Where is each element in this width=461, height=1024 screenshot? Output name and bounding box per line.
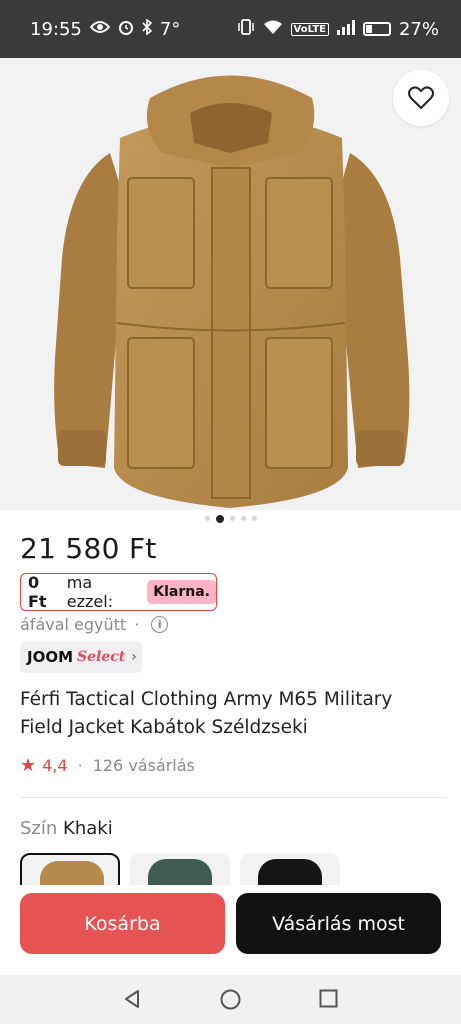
info-icon[interactable]: i [151, 616, 169, 633]
back-icon[interactable] [122, 989, 142, 1013]
swatch-thumbnail [148, 859, 212, 885]
divider [20, 797, 446, 798]
add-to-cart-button[interactable]: Kosárba [20, 893, 225, 954]
color-swatch-green[interactable] [130, 853, 230, 885]
buy-now-button[interactable]: Vásárlás most [236, 893, 441, 954]
gallery-dot[interactable] [229, 516, 235, 521]
color-swatch-khaki[interactable] [20, 853, 120, 885]
klarna-amount: 0 Ft [28, 573, 47, 611]
vibrate-icon [237, 19, 255, 39]
product-price: 21 580 Ft [20, 532, 157, 565]
heart-outline-icon [408, 86, 434, 109]
battery-percent: 27% [398, 18, 439, 40]
gallery-pagination [0, 515, 461, 523]
volte-badge: VoLTE [290, 22, 329, 36]
purchase-count: 126 vásárlás [92, 756, 195, 775]
gallery-dot[interactable] [215, 515, 224, 523]
alarm-icon [118, 19, 134, 39]
system-navigation-bar [0, 975, 461, 1024]
rating-separator: · [77, 756, 83, 775]
klarna-text: ma ezzel: [66, 573, 114, 611]
rating-row[interactable]: ★ 4,4 · 126 vásárlás [20, 755, 195, 776]
temperature: 7° [159, 18, 181, 40]
vat-note: áfával együtt [20, 615, 127, 634]
product-title: Férfi Tactical Clothing Army M65 Militar… [20, 689, 393, 738]
eye-icon [89, 20, 111, 38]
gallery-dot[interactable] [251, 516, 257, 521]
recents-icon[interactable] [319, 989, 338, 1012]
favorite-button[interactable] [393, 70, 449, 126]
klarna-logo: Klarna. [147, 580, 216, 604]
color-swatches [20, 853, 440, 885]
gallery-dot[interactable] [240, 516, 246, 521]
status-bar: 19:55 7° VoLTE 27% [0, 0, 461, 58]
rating-value: 4,4 [42, 756, 68, 775]
joom-select-badge[interactable]: JOOM Select › [20, 641, 142, 673]
product-image-gallery[interactable] [0, 58, 461, 510]
product-image [54, 75, 410, 508]
vat-note-row: áfával együtt · i [20, 615, 169, 634]
action-bar: Kosárba Vásárlás most [0, 885, 461, 975]
swatch-thumbnail [40, 861, 104, 885]
vat-separator: · [134, 615, 140, 634]
joom-select-label: Select [77, 649, 126, 665]
star-icon: ★ [20, 755, 37, 776]
color-swatch-black[interactable] [240, 853, 340, 885]
status-time: 19:55 [30, 18, 82, 40]
battery-icon [362, 22, 391, 36]
signal-icon [336, 19, 355, 39]
chevron-right-icon: › [131, 649, 137, 665]
wifi-icon [263, 20, 283, 39]
color-label-row: Szín Khaki [20, 818, 113, 839]
home-icon[interactable] [220, 989, 241, 1014]
klarna-payment-banner[interactable]: 0 Ft ma ezzel: Klarna. [20, 573, 217, 611]
selected-color: Khaki [63, 818, 113, 839]
bluetooth-icon [142, 18, 153, 39]
swatch-thumbnail [258, 859, 322, 885]
color-label: Szín [20, 818, 58, 839]
joom-brand: JOOM [27, 648, 74, 666]
gallery-dot[interactable] [204, 516, 210, 521]
